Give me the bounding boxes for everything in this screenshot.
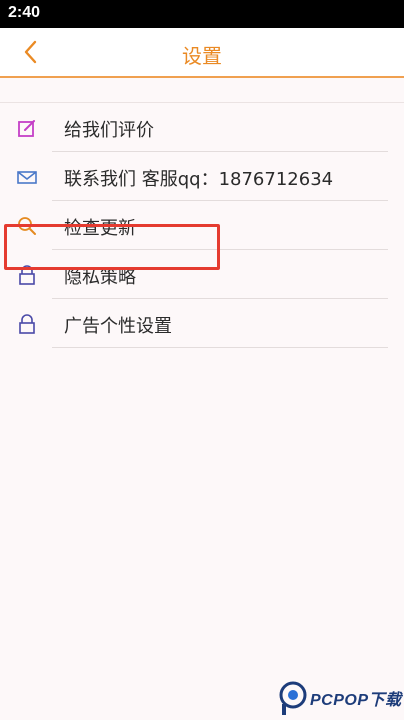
divider	[52, 347, 388, 348]
watermark: PCPOP下载	[278, 680, 402, 718]
highlight-box	[4, 224, 220, 270]
settings-item-ad-personalization[interactable]: 广告个性设置	[0, 299, 404, 348]
watermark-text: PCPOP下载	[310, 692, 402, 709]
pcpop-logo-icon	[279, 681, 307, 715]
page-title: 设置	[182, 44, 222, 68]
lock-icon	[19, 314, 35, 334]
settings-content: 给我们评价 联系我们 客服qq：1876712634 检查更新 隐私策略 广告个…	[0, 78, 404, 720]
mail-icon	[17, 171, 37, 184]
app-header: 设置	[0, 28, 404, 78]
settings-item-rate[interactable]: 给我们评价	[0, 103, 404, 152]
settings-item-label: 联系我们 客服qq：1876712634	[64, 169, 334, 190]
status-bar: 2:40	[0, 0, 404, 28]
settings-item-label: 广告个性设置	[64, 316, 172, 337]
settings-item-contact[interactable]: 联系我们 客服qq：1876712634	[0, 152, 404, 201]
edit-icon	[18, 120, 35, 137]
status-time: 2:40	[8, 4, 41, 21]
settings-item-label: 给我们评价	[64, 120, 154, 141]
